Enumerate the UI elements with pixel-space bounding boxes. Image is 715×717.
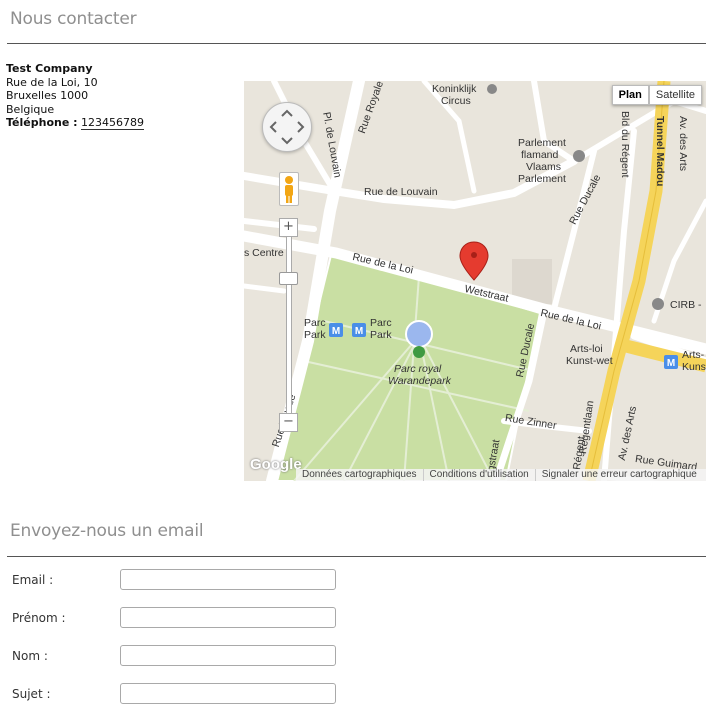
zoom-in-button[interactable]: + xyxy=(279,218,298,237)
email-label: Email : xyxy=(12,573,54,587)
email-form-divider xyxy=(7,556,706,557)
label-vlaams: Vlaams xyxy=(526,161,562,173)
subject-input[interactable] xyxy=(120,683,336,704)
label-rue-de-louvain: Rue de Louvain xyxy=(364,186,438,198)
label-parlement-2: Parlement xyxy=(518,173,566,185)
first-name-label: Prénom : xyxy=(12,611,66,625)
map-data-link[interactable]: Données cartographiques xyxy=(296,469,423,481)
label-kuns-right: Kuns xyxy=(682,361,706,373)
report-error-link[interactable]: Signaler une erreur cartographique xyxy=(534,469,703,481)
contact-title: Nous contacter xyxy=(10,9,137,29)
svg-text:M: M xyxy=(332,326,340,337)
label-parlement: Parlement xyxy=(518,137,566,149)
last-name-label: Nom : xyxy=(12,649,48,663)
subject-label: Sujet : xyxy=(12,687,51,701)
zoom-out-button[interactable]: − xyxy=(279,413,298,432)
address-block: Test Company Rue de la Loi, 10 Bruxelles… xyxy=(6,62,145,131)
map-footer: Données cartographiques Conditions d'uti… xyxy=(296,469,706,481)
pan-arrows-icon xyxy=(269,109,305,145)
email-input[interactable] xyxy=(120,569,336,590)
zoom-slider-track[interactable] xyxy=(286,236,292,418)
country: Belgique xyxy=(6,102,55,116)
phone-label: Téléphone : xyxy=(6,116,78,130)
terms-link[interactable]: Conditions d'utilisation xyxy=(422,469,535,481)
street: Rue de la Loi, 10 xyxy=(6,75,98,89)
svg-text:M: M xyxy=(667,358,675,369)
map-view[interactable]: M M M Koninklijk Circus Parlement flaman… xyxy=(244,81,706,481)
map-type-satellite-button[interactable]: Satellite xyxy=(648,85,702,105)
label-warandepark: Warandepark xyxy=(388,375,451,387)
label-koninklijk: Koninklijk xyxy=(432,83,477,95)
company-name: Test Company xyxy=(6,62,93,75)
label-parc-park-left: Parc Park xyxy=(304,317,326,341)
street-view-pegman-icon[interactable] xyxy=(279,172,299,206)
map-background: M M M xyxy=(244,81,706,481)
label-circus: Circus xyxy=(441,95,471,107)
label-parc-royal: Parc royal xyxy=(394,363,442,375)
zoom-slider-handle[interactable] xyxy=(279,272,298,285)
phone-link[interactable]: 123456789 xyxy=(81,116,145,131)
label-s-centre: s Centre xyxy=(244,247,284,259)
phone-line: Téléphone : 123456789 xyxy=(6,116,145,131)
label-flamand: flamand xyxy=(521,149,559,161)
label-bld-du-regent: Bld du Régent xyxy=(619,111,631,178)
label-tunnel-madou: Tunnel Madou xyxy=(654,116,666,187)
label-cirb: CIRB - xyxy=(670,299,702,311)
label-kunst-wet: Kunst-wet xyxy=(566,355,613,367)
pegman-figure-icon xyxy=(285,176,293,203)
title-divider xyxy=(7,43,706,44)
svg-text:M: M xyxy=(355,326,363,337)
label-av-des-arts: Av. des Arts xyxy=(677,116,689,172)
label-arts-loi: Arts-loi xyxy=(570,343,603,355)
city: Bruxelles 1000 xyxy=(6,89,89,103)
pan-control[interactable] xyxy=(262,102,312,152)
map-type-plan-button[interactable]: Plan xyxy=(611,85,649,105)
label-arts-right: Arts- xyxy=(682,349,705,361)
last-name-input[interactable] xyxy=(120,645,336,666)
google-logo: Google xyxy=(250,456,302,473)
email-form-title: Envoyez-nous un email xyxy=(10,521,204,541)
first-name-input[interactable] xyxy=(120,607,336,628)
map-type-control: Plan Satellite xyxy=(611,85,702,105)
label-parc-park-right: Parc Park xyxy=(370,317,392,341)
